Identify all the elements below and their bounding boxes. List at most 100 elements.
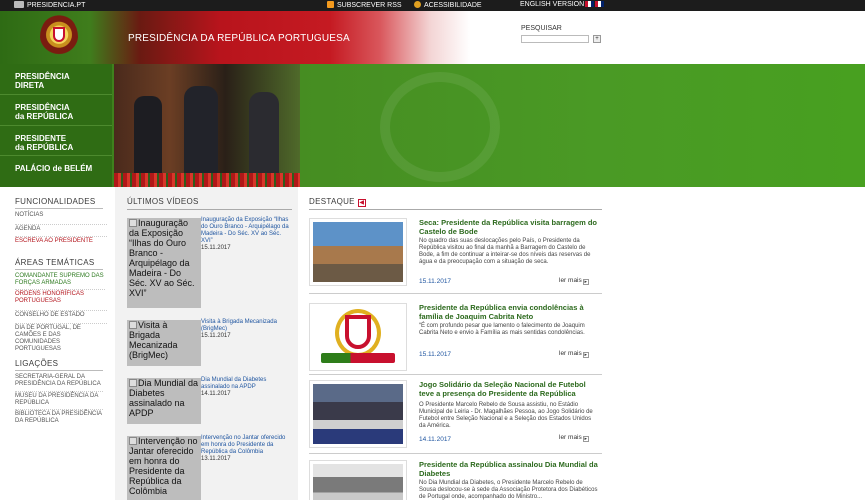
flowers-decoration bbox=[114, 173, 300, 187]
nav-label: da REPÚBLICA bbox=[15, 111, 74, 121]
divider bbox=[309, 209, 602, 210]
english-version-link[interactable]: ENGLISH VERSION bbox=[520, 1, 605, 8]
news-date: 15.11.2017 bbox=[419, 351, 452, 358]
hero-banner: PRESIDÊNCIA DIRETA PRESIDÊNCIA da REPÚBLIC… bbox=[0, 64, 865, 187]
search-label: PESQUISAR bbox=[521, 25, 562, 32]
read-more-link[interactable]: ler mais ▸ bbox=[559, 350, 589, 358]
shield-icon bbox=[53, 27, 65, 42]
ligacoes-title: LIGAÇÕES bbox=[15, 359, 59, 368]
video-thumbnail-alt: Intervenção no Jantar oferecido em honra… bbox=[129, 436, 198, 496]
funcionalidades-title: FUNCIONALIDADES bbox=[15, 197, 96, 206]
divider bbox=[15, 370, 103, 371]
news-title[interactable]: Seca: Presidente da República visita bar… bbox=[419, 218, 599, 236]
header-banner: PRESIDÊNCIA DA REPÚBLICA PORTUGUESA bbox=[0, 11, 470, 64]
video-caption[interactable]: Intervenção no Jantar oferecido em honra… bbox=[201, 435, 291, 463]
news-date: 15.11.2017 bbox=[419, 278, 452, 285]
news-summary: No quadro das suas deslocações pelo País… bbox=[419, 238, 591, 265]
nav-label: da REPÚBLICA bbox=[15, 142, 74, 152]
read-more-label: ler mais bbox=[559, 434, 582, 441]
news-title[interactable]: Jogo Solidário da Seleção Nacional de Fu… bbox=[419, 380, 599, 398]
nav-item-presidente-republica[interactable]: PRESIDENTE da REPÚBLICA bbox=[0, 126, 112, 157]
rss-link[interactable]: SUBSCREVER RSS bbox=[327, 1, 402, 9]
areas-tematicas-title: ÁREAS TEMÁTICAS bbox=[15, 258, 95, 267]
video-thumbnail[interactable]: Visita à Brigada Mecanizada (BrigMec) bbox=[127, 320, 201, 366]
news-image[interactable] bbox=[309, 460, 407, 500]
link-conselho-estado[interactable]: CONSELHO DE ESTADO bbox=[15, 310, 107, 319]
accessibility-link[interactable]: ACESSIBILIDADE bbox=[414, 1, 482, 9]
video-date: 15.11.2017 bbox=[201, 333, 231, 339]
link-museu[interactable]: MUSEU DA PRESIDÊNCIA DA REPÚBLICA bbox=[15, 391, 103, 407]
video-thumbnail-alt: Dia Mundial da Diabetes assinalado na AP… bbox=[129, 378, 199, 418]
link-dia-de-portugal[interactable]: DIA DE PORTUGAL, DE CAMÕES E DAS COMUNID… bbox=[15, 323, 107, 353]
link-comandante-supremo[interactable]: COMANDANTE SUPREMO DAS FORÇAS ARMADAS bbox=[15, 273, 105, 287]
person-figure bbox=[184, 86, 218, 186]
video-caption-text: Intervenção no Jantar oferecido em honra… bbox=[201, 435, 286, 455]
link-secretaria-geral[interactable]: SECRETARIA-GERAL DA PRESIDÊNCIA DA REPÚB… bbox=[15, 374, 103, 388]
link-biblioteca[interactable]: BIBLIOTECA DA PRESIDÊNCIA DA REPÚBLICA bbox=[15, 409, 103, 425]
news-title[interactable]: Presidente da República envia condolênci… bbox=[419, 303, 599, 321]
divider bbox=[127, 209, 292, 210]
news-card: Jogo Solidário da Seleção Nacional de Fu… bbox=[309, 380, 602, 450]
divider bbox=[309, 293, 602, 294]
coat-of-arms-image bbox=[313, 307, 403, 367]
arrow-right-icon: ▸ bbox=[582, 352, 589, 358]
news-card: Presidente da República envia condolênci… bbox=[309, 303, 602, 371]
english-version-label: ENGLISH VERSION bbox=[520, 1, 585, 8]
news-image[interactable] bbox=[309, 303, 407, 371]
news-image[interactable] bbox=[309, 380, 407, 448]
arrow-left-icon[interactable]: ◀ bbox=[357, 199, 366, 207]
broken-image-icon bbox=[129, 219, 137, 227]
broken-image-icon bbox=[129, 437, 137, 445]
site-title[interactable]: PRESIDÊNCIA DA REPÚBLICA PORTUGUESA bbox=[128, 33, 350, 44]
nav-label: PRESIDÊNCIA bbox=[15, 102, 70, 112]
hero-photo bbox=[114, 64, 300, 187]
search-button[interactable]: + bbox=[593, 35, 601, 43]
read-more-label: ler mais bbox=[559, 277, 582, 284]
nav-label: PALÁCIO de BELÉM bbox=[15, 164, 93, 174]
videos-column: ÚLTIMOS VÍDEOS Inauguração da Exposição … bbox=[115, 187, 298, 500]
video-caption[interactable]: Dia Mundial da Diabetes assinalado na AP… bbox=[201, 377, 291, 398]
site-label: PRESIDENCIA.PT bbox=[27, 2, 86, 9]
news-date: 14.11.2017 bbox=[419, 436, 452, 443]
link-agenda[interactable]: AGENDA bbox=[15, 224, 107, 233]
divider bbox=[15, 269, 103, 270]
read-more-link[interactable]: ler mais ▸ bbox=[559, 434, 589, 442]
video-date: 15.11.2017 bbox=[201, 245, 231, 251]
football-team-photo bbox=[313, 384, 403, 444]
read-more-link[interactable]: ler mais ▸ bbox=[559, 277, 589, 285]
video-caption[interactable]: Visita à Brigada Mecanizada (BrigMec) 15.… bbox=[201, 319, 291, 340]
arrow-right-icon: ▸ bbox=[582, 436, 589, 442]
divider bbox=[309, 374, 602, 375]
news-card: Presidente da República assinalou Dia Mu… bbox=[309, 460, 602, 500]
nav-item-presidencia-republica[interactable]: PRESIDÊNCIA da REPÚBLICA bbox=[0, 95, 112, 126]
videos-title: ÚLTIMOS VÍDEOS bbox=[127, 197, 199, 206]
news-summary: “É com profundo pesar que lamento o fale… bbox=[419, 323, 585, 336]
video-thumbnail[interactable]: Inauguração da Exposição “Ilhas do Ouro … bbox=[127, 218, 201, 308]
nav-item-palacio-belem[interactable]: PALÁCIO de BELÉM bbox=[0, 156, 112, 187]
video-thumbnail-alt: Inauguração da Exposição “Ilhas do Ouro … bbox=[129, 218, 195, 298]
news-title[interactable]: Presidente da República assinalou Dia Mu… bbox=[419, 460, 599, 478]
nav-label: PRESIDÊNCIA bbox=[15, 72, 70, 81]
highlights-column: DESTAQUE ◀ Seca: Presidente da República … bbox=[300, 187, 610, 500]
nav-item-presidencia-direta[interactable]: PRESIDÊNCIA DIRETA bbox=[0, 64, 112, 95]
event-photo bbox=[313, 464, 403, 500]
link-noticias[interactable]: NOTÍCIAS bbox=[15, 212, 107, 219]
home-icon bbox=[14, 1, 24, 8]
dam-photo bbox=[313, 222, 403, 282]
left-sidebar: FUNCIONALIDADES NOTÍCIAS AGENDA ESCREVA … bbox=[0, 187, 113, 500]
video-caption[interactable]: Inauguração da Exposição “Ilhas do Ouro … bbox=[201, 217, 291, 252]
video-thumbnail[interactable]: Dia Mundial da Diabetes assinalado na AP… bbox=[127, 378, 201, 424]
destaque-title-text: DESTAQUE bbox=[309, 197, 355, 206]
person-figure bbox=[134, 96, 162, 176]
news-card: Seca: Presidente da República visita bar… bbox=[309, 218, 602, 288]
link-escreva-ao-presidente[interactable]: ESCREVA AO PRESIDENTE bbox=[15, 236, 107, 245]
search-input[interactable] bbox=[521, 35, 589, 43]
video-caption-text: Inauguração da Exposição “Ilhas do Ouro … bbox=[201, 217, 289, 244]
news-summary: No Dia Mundial da Diabetes, o Presidente… bbox=[419, 480, 598, 500]
news-image[interactable] bbox=[309, 218, 407, 286]
divider bbox=[15, 208, 103, 209]
banner-shape bbox=[321, 353, 395, 363]
link-ordens-honorificas[interactable]: ORDENS HONORÍFICAS PORTUGUESAS bbox=[15, 289, 105, 305]
site-link[interactable]: PRESIDENCIA.PT bbox=[14, 1, 85, 9]
video-thumbnail[interactable]: Intervenção no Jantar oferecido em honra… bbox=[127, 436, 201, 500]
